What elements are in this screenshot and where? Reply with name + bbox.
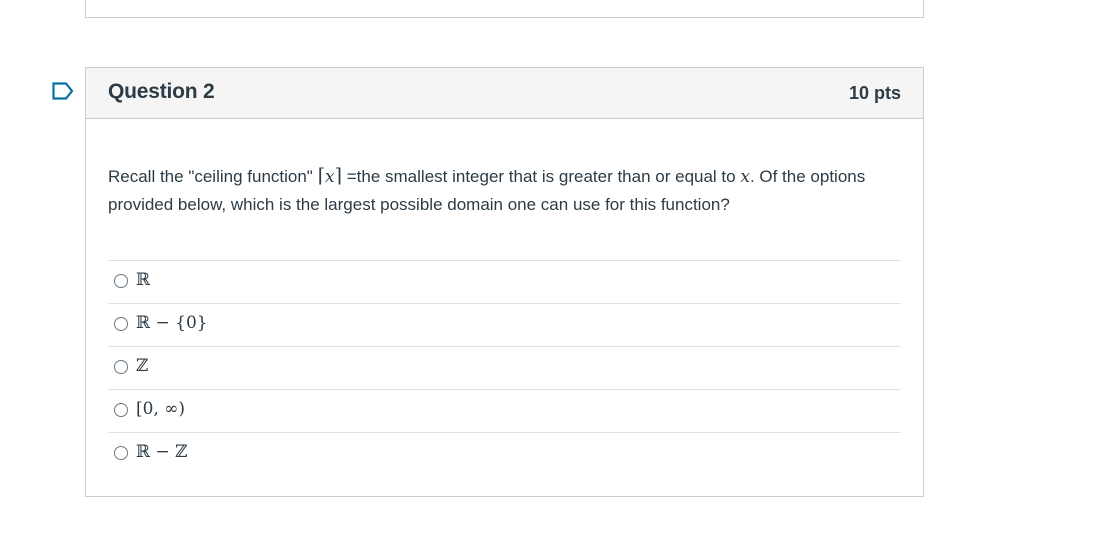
question-points: 10 pts: [848, 83, 901, 103]
radio-button[interactable]: [114, 403, 128, 417]
flag-question-icon[interactable]: [52, 82, 74, 100]
answer-label[interactable]: [0, ∞): [136, 399, 185, 419]
question-card: Question 2 10 pts Recall the "ceiling fu…: [85, 67, 924, 497]
answer-option[interactable]: ℤ: [108, 346, 901, 389]
radio-button[interactable]: [114, 274, 128, 288]
question-text-part2: =the smallest integer that is greater th…: [342, 167, 741, 186]
answer-option[interactable]: ℝ: [108, 260, 901, 303]
question-title: Question 2: [108, 80, 215, 103]
answer-option[interactable]: ℝ − {0}: [108, 303, 901, 346]
answer-option[interactable]: [0, ∞): [108, 389, 901, 432]
question-text-part1: Recall the "ceiling function": [108, 167, 318, 186]
question-text: Recall the "ceiling function" ⌈x⌉ =the s…: [108, 163, 868, 218]
ceil-variable: x: [325, 167, 335, 187]
answer-option[interactable]: ℝ − ℤ: [108, 432, 901, 475]
question-header: Question 2 10 pts: [86, 68, 923, 119]
radio-button[interactable]: [114, 360, 128, 374]
answer-list: ℝ ℝ − {0} ℤ [0, ∞) ℝ − ℤ: [108, 260, 901, 475]
answer-label[interactable]: ℝ: [136, 270, 150, 290]
answer-label[interactable]: ℤ: [136, 356, 148, 376]
text-variable: x: [740, 167, 750, 187]
answer-label[interactable]: ℝ − {0}: [136, 313, 208, 333]
answer-label[interactable]: ℝ − ℤ: [136, 442, 188, 462]
ceil-right-bracket: ⌉: [334, 165, 343, 187]
radio-button[interactable]: [114, 317, 128, 331]
radio-button[interactable]: [114, 446, 128, 460]
ceil-left-bracket: ⌈: [317, 165, 325, 187]
previous-question-card: [85, 0, 924, 18]
